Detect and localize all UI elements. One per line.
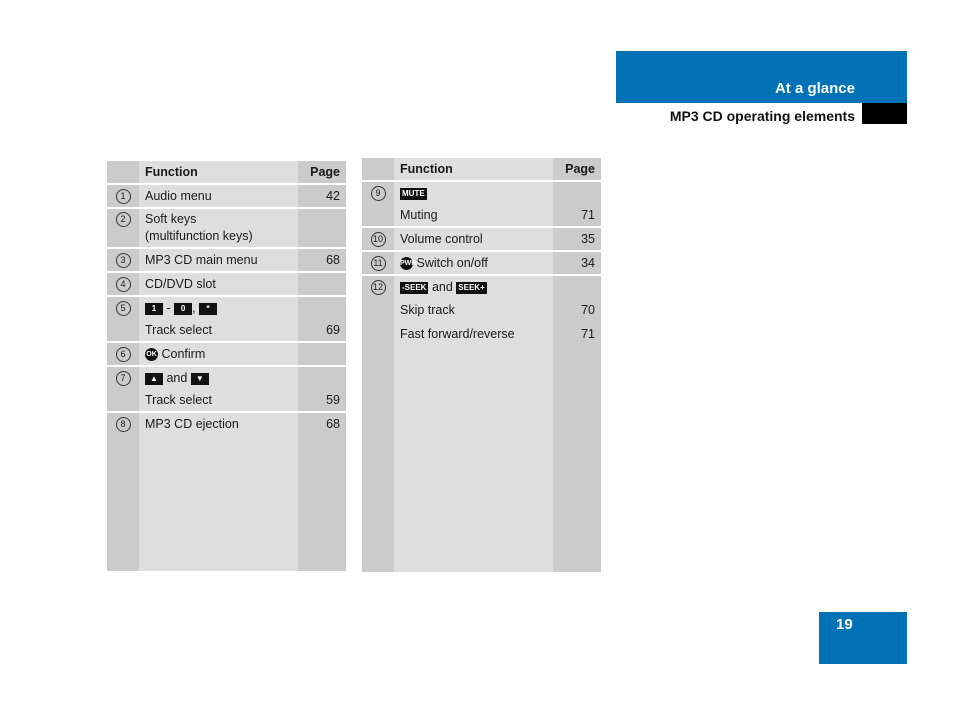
table-row: 1 Audio menu 42 bbox=[107, 185, 346, 209]
page-number-box: 19 bbox=[819, 612, 907, 664]
page-ref: 71 bbox=[581, 208, 595, 222]
mute-key-icon: MUTE bbox=[400, 187, 427, 200]
seek-back-key-icon: -SEEK bbox=[400, 281, 429, 294]
function-text: Track select bbox=[145, 393, 212, 407]
table-row: 11 PWR Switch on/off 34 bbox=[362, 252, 601, 276]
function-text: Track select bbox=[145, 323, 212, 337]
header-function: Function bbox=[145, 165, 198, 179]
page-ref: 59 bbox=[326, 393, 340, 407]
power-button-icon: PWR bbox=[400, 257, 416, 271]
table-row: 2 Soft keys (multifunction keys) bbox=[107, 209, 346, 249]
key-star-icon: * bbox=[199, 302, 218, 315]
table-row: 7 ▲ and ▼ Track select 59 bbox=[107, 367, 346, 413]
separator: and bbox=[166, 371, 188, 385]
item-number: 4 bbox=[115, 277, 131, 293]
function-text: Muting bbox=[400, 208, 438, 222]
subsection-bar: MP3 CD operating elements bbox=[616, 103, 907, 125]
table-row: 8 MP3 CD ejection 68 bbox=[107, 413, 346, 435]
header-function: Function bbox=[400, 162, 453, 176]
item-number: 6 bbox=[115, 347, 131, 363]
arrow-down-icon: ▼ bbox=[190, 372, 209, 385]
function-text: MP3 CD ejection bbox=[145, 417, 239, 431]
table-header: Function Page bbox=[107, 161, 346, 185]
page-ref: 42 bbox=[326, 189, 340, 203]
arrow-up-icon: ▲ bbox=[145, 372, 163, 385]
key-1-icon: 1 bbox=[145, 302, 163, 315]
table-row: 3 MP3 CD main menu 68 bbox=[107, 249, 346, 273]
function-text: Fast forward/reverse bbox=[400, 327, 515, 341]
subsection-title: MP3 CD operating elements bbox=[669, 108, 855, 124]
table-row: 10 Volume control 35 bbox=[362, 228, 601, 252]
function-text: Skip track bbox=[400, 303, 455, 317]
item-number: 1 bbox=[115, 189, 131, 205]
table-row: 9 MUTE Muting 71 bbox=[362, 182, 601, 228]
page-ref: 69 bbox=[326, 323, 340, 337]
separator: and bbox=[431, 280, 453, 294]
item-number: 5 bbox=[115, 301, 131, 317]
table-row: 5 1 - 0, * Track select 69 bbox=[107, 297, 346, 343]
item-number: 7 bbox=[115, 371, 131, 387]
seek-forward-key-icon: SEEK+ bbox=[456, 281, 487, 294]
page-ref: 68 bbox=[326, 253, 340, 267]
item-number: 3 bbox=[115, 253, 131, 269]
ok-button-icon: OK bbox=[145, 348, 158, 362]
function-text: Confirm bbox=[161, 347, 206, 361]
table-header: Function Page bbox=[362, 158, 601, 182]
function-text: MP3 CD main menu bbox=[145, 253, 258, 267]
functions-table-right: Function Page 9 MUTE Muting 71 10 Volume… bbox=[362, 158, 601, 572]
table-row: 6 OK Confirm bbox=[107, 343, 346, 367]
item-number: 9 bbox=[370, 186, 386, 202]
separator: , bbox=[192, 301, 196, 315]
page-ref: 70 bbox=[581, 303, 595, 317]
page-number: 19 bbox=[836, 616, 853, 633]
header-page: Page bbox=[565, 162, 595, 176]
separator: - bbox=[166, 301, 171, 315]
function-text: Switch on/off bbox=[416, 256, 488, 270]
item-number: 10 bbox=[370, 232, 386, 248]
section-title: At a glance bbox=[774, 80, 855, 97]
function-text: Audio menu bbox=[145, 189, 212, 203]
table-row: 12 -SEEK and SEEK+ Skip track 70 Fast fo… bbox=[362, 276, 601, 346]
key-0-icon: 0 bbox=[174, 302, 193, 315]
item-number: 8 bbox=[115, 417, 131, 433]
item-number: 2 bbox=[115, 212, 131, 228]
functions-table-left: Function Page 1 Audio menu 42 2 Soft key… bbox=[107, 161, 346, 571]
function-text: Volume control bbox=[400, 232, 483, 246]
page-ref: 71 bbox=[581, 327, 595, 341]
header-page: Page bbox=[310, 165, 340, 179]
section-banner: At a glance bbox=[616, 51, 907, 103]
function-text: (multifunction keys) bbox=[145, 229, 253, 243]
function-text: Soft keys bbox=[145, 212, 197, 226]
function-text: CD/DVD slot bbox=[145, 277, 216, 291]
page-ref: 34 bbox=[581, 256, 595, 270]
subsection-marker bbox=[862, 103, 907, 124]
page-ref: 68 bbox=[326, 417, 340, 431]
item-number: 12 bbox=[370, 280, 386, 296]
item-number: 11 bbox=[370, 256, 386, 272]
table-row: 4 CD/DVD slot bbox=[107, 273, 346, 297]
page-ref: 35 bbox=[581, 232, 595, 246]
